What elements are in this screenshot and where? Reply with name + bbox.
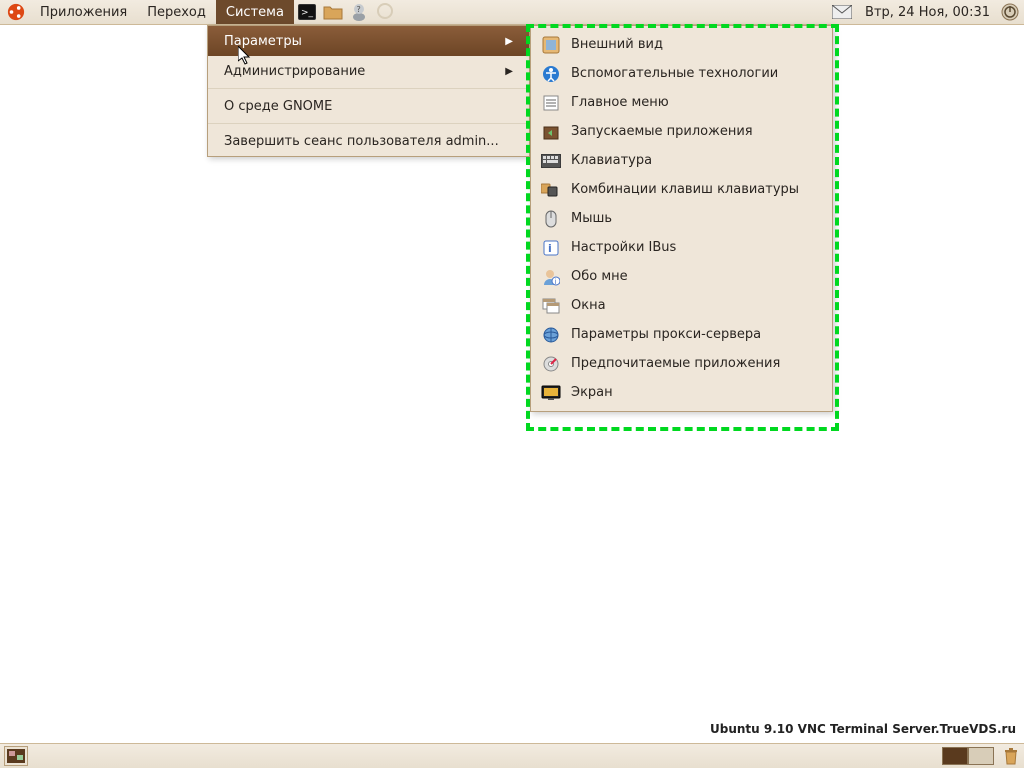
trash-icon[interactable] bbox=[1000, 745, 1022, 767]
menu-item-about-gnome[interactable]: О среде GNOME bbox=[208, 91, 529, 121]
main-menu-icon bbox=[541, 93, 561, 113]
menu-item-label: Завершить сеанс пользователя admin... bbox=[224, 134, 499, 149]
appearance-icon bbox=[541, 35, 561, 55]
submenu-item-label: Внешний вид bbox=[571, 37, 663, 52]
clock[interactable]: Втр, 24 Ноя, 00:31 bbox=[859, 5, 996, 20]
menu-item-administration[interactable]: Администрирование ▶ bbox=[208, 56, 529, 86]
submenu-item-label: Настройки IBus bbox=[571, 240, 676, 255]
system-menu-dropdown: Параметры ▶ Администрирование ▶ О среде … bbox=[207, 25, 530, 157]
keyboard-icon bbox=[541, 151, 561, 171]
update-notifier-icon[interactable] bbox=[374, 1, 396, 23]
proxy-icon bbox=[541, 325, 561, 345]
menu-places[interactable]: Переход bbox=[137, 0, 216, 24]
files-launcher-icon[interactable] bbox=[322, 1, 344, 23]
workspace-2[interactable] bbox=[968, 747, 994, 765]
submenu-item-label: Вспомогательные технологии bbox=[571, 66, 778, 81]
panel-right: Втр, 24 Ноя, 00:31 bbox=[829, 0, 1024, 24]
menu-item-label: Параметры bbox=[224, 34, 302, 49]
menu-item-logout[interactable]: Завершить сеанс пользователя admin... bbox=[208, 126, 529, 156]
startup-apps-icon bbox=[541, 122, 561, 142]
submenu-item-label: Окна bbox=[571, 298, 606, 313]
svg-text:?: ? bbox=[356, 5, 360, 14]
about-me-icon: i bbox=[541, 267, 561, 287]
submenu-item-keyboard[interactable]: Клавиатура bbox=[531, 146, 832, 175]
submenu-arrow-icon: ▶ bbox=[505, 66, 513, 77]
show-desktop-icon[interactable] bbox=[4, 746, 28, 766]
watermark-text: Ubuntu 9.10 VNC Terminal Server.TrueVDS.… bbox=[710, 722, 1016, 736]
submenu-item-label: Комбинации клавиш клавиатуры bbox=[571, 182, 799, 197]
menu-item-preferences[interactable]: Параметры ▶ bbox=[208, 26, 529, 56]
submenu-item-label: Запускаемые приложения bbox=[571, 124, 753, 139]
submenu-item-mouse[interactable]: Мышь bbox=[531, 204, 832, 233]
menu-item-label: Администрирование bbox=[224, 64, 365, 79]
menu-separator bbox=[208, 88, 529, 89]
submenu-item-label: Клавиатура bbox=[571, 153, 652, 168]
menu-system[interactable]: Система bbox=[216, 0, 294, 24]
submenu-item-proxy[interactable]: Параметры прокси-сервера bbox=[531, 320, 832, 349]
submenu-item-main-menu[interactable]: Главное меню bbox=[531, 88, 832, 117]
workspace-1[interactable] bbox=[942, 747, 968, 765]
mail-indicator-icon[interactable] bbox=[831, 1, 853, 23]
submenu-item-windows[interactable]: Окна bbox=[531, 291, 832, 320]
bottom-panel bbox=[0, 743, 1024, 768]
submenu-item-keyboard-shortcuts[interactable]: Комбинации клавиш клавиатуры bbox=[531, 175, 832, 204]
workspace-switcher bbox=[942, 747, 994, 765]
accessibility-icon bbox=[541, 64, 561, 84]
submenu-item-assistive-tech[interactable]: Вспомогательные технологии bbox=[531, 59, 832, 88]
submenu-item-about-me[interactable]: i Обо мне bbox=[531, 262, 832, 291]
submenu-arrow-icon: ▶ bbox=[505, 36, 513, 47]
ibus-icon: i bbox=[541, 238, 561, 258]
svg-text:i: i bbox=[548, 242, 552, 255]
submenu-item-appearance[interactable]: Внешний вид bbox=[531, 30, 832, 59]
submenu-item-label: Предпочитаемые приложения bbox=[571, 356, 780, 371]
menu-separator bbox=[208, 123, 529, 124]
submenu-item-label: Обо мне bbox=[571, 269, 628, 284]
svg-text:i: i bbox=[555, 278, 557, 286]
menu-item-label: О среде GNOME bbox=[224, 99, 332, 114]
submenu-item-ibus[interactable]: i Настройки IBus bbox=[531, 233, 832, 262]
top-panel: Приложения Переход Система >_ ? Втр, 24 … bbox=[0, 0, 1024, 25]
submenu-item-startup-apps[interactable]: Запускаемые приложения bbox=[531, 117, 832, 146]
windows-icon bbox=[541, 296, 561, 316]
terminal-launcher-icon[interactable]: >_ bbox=[296, 1, 318, 23]
preferences-submenu: Внешний вид Вспомогательные технологии Г… bbox=[530, 25, 833, 412]
submenu-item-preferred-apps[interactable]: Предпочитаемые приложения bbox=[531, 349, 832, 378]
panel-left: Приложения Переход Система >_ ? bbox=[0, 0, 398, 24]
mouse-icon bbox=[541, 209, 561, 229]
submenu-item-label: Главное меню bbox=[571, 95, 669, 110]
ubuntu-logo-icon[interactable] bbox=[6, 2, 26, 22]
submenu-item-label: Экран bbox=[571, 385, 613, 400]
menu-applications[interactable]: Приложения bbox=[30, 0, 137, 24]
keyboard-shortcuts-icon bbox=[541, 180, 561, 200]
display-icon bbox=[541, 383, 561, 403]
submenu-item-display[interactable]: Экран bbox=[531, 378, 832, 407]
submenu-item-label: Мышь bbox=[571, 211, 612, 226]
preferred-apps-icon bbox=[541, 354, 561, 374]
help-launcher-icon[interactable]: ? bbox=[348, 1, 370, 23]
power-button-icon[interactable] bbox=[1000, 2, 1020, 22]
submenu-item-label: Параметры прокси-сервера bbox=[571, 327, 761, 342]
svg-text:>_: >_ bbox=[301, 8, 314, 18]
